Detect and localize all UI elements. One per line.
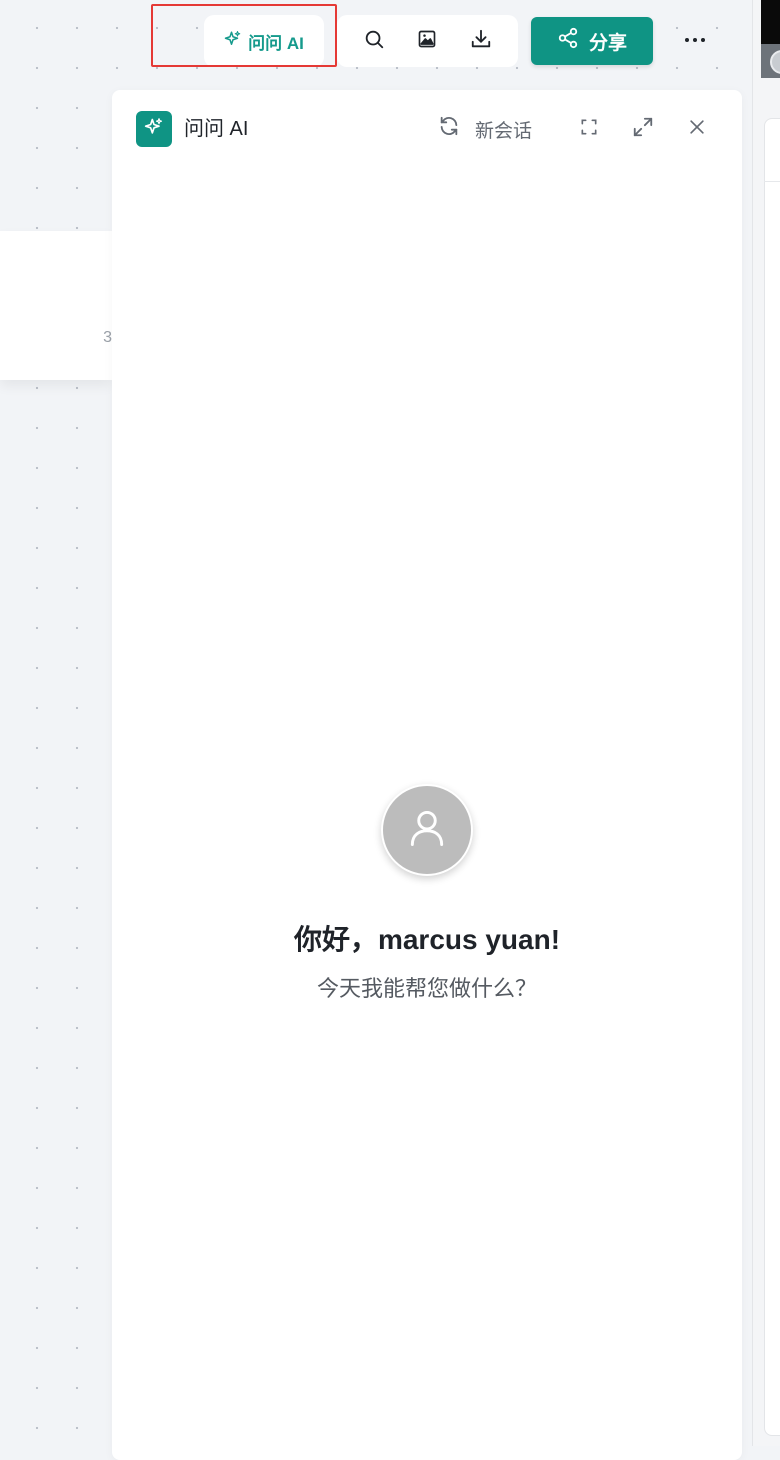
sparkle-icon (144, 117, 164, 142)
search-button[interactable] (356, 23, 392, 59)
greeting-text: 你好，marcus yuan! (293, 924, 561, 955)
fit-screen-icon (579, 117, 599, 142)
user-icon (405, 806, 449, 855)
background-card: 3 (0, 231, 112, 380)
more-icon (684, 30, 706, 48)
share-icon (557, 27, 579, 55)
image-icon (417, 29, 437, 54)
download-button[interactable] (463, 23, 499, 59)
card-number: 3 (103, 329, 112, 346)
new-chat-label: 新会话 (475, 120, 533, 142)
share-button[interactable]: 分享 (531, 17, 653, 65)
close-icon (687, 117, 707, 142)
download-icon (470, 28, 492, 55)
user-avatar (381, 784, 473, 876)
ai-chat-panel: 问问 AI 新会话 你好，marcus yuan! 今天我能帮您做什么？ (112, 90, 742, 1460)
refresh-icon (438, 115, 460, 143)
share-label: 分享 (588, 32, 627, 54)
sparkle-icon (224, 30, 242, 53)
new-chat-button[interactable]: 新会话 (438, 114, 532, 144)
right-dark-block (761, 0, 780, 44)
fit-screen-button[interactable] (574, 114, 604, 144)
tool-group (337, 15, 518, 67)
expand-icon (632, 116, 654, 143)
more-button[interactable] (678, 22, 712, 56)
panel-title: 问问 AI (184, 118, 249, 140)
right-panel-fragment (764, 118, 780, 1436)
right-panel-divider (764, 181, 780, 182)
close-button[interactable] (682, 114, 712, 144)
ai-logo (136, 111, 172, 147)
greeting-subtitle: 今天我能帮您做什么？ (316, 976, 537, 1001)
ask-ai-button[interactable]: 问问 AI (204, 15, 324, 67)
expand-button[interactable] (628, 114, 658, 144)
ask-ai-label: 问问 AI (248, 33, 304, 53)
search-icon (363, 28, 385, 55)
image-button[interactable] (409, 23, 445, 59)
